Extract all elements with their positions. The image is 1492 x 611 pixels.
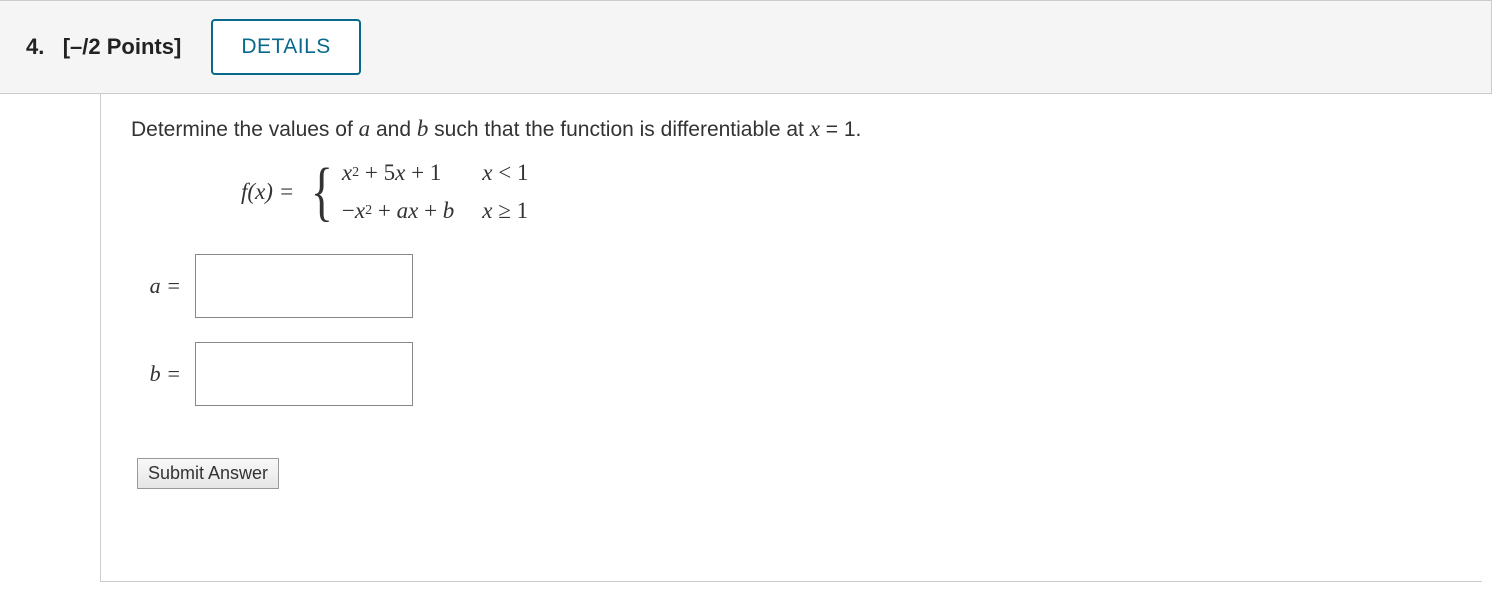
- question-prompt: Determine the values of a and b such tha…: [131, 116, 1452, 142]
- question-points: [–/2 Points]: [63, 34, 182, 59]
- prompt-var-b: b: [417, 116, 429, 141]
- brace-icon: {: [311, 159, 333, 225]
- prompt-text: = 1.: [820, 118, 861, 141]
- answer-input-a[interactable]: [195, 254, 413, 318]
- question-number: 4.: [26, 34, 44, 59]
- condition-2: x ≥ 1: [482, 196, 528, 226]
- piece-1: x2 + 5x + 1: [342, 158, 454, 188]
- answer-input-b[interactable]: [195, 342, 413, 406]
- piece-2: −x2 + ax + b: [342, 196, 454, 226]
- answer-row-b: b =: [137, 342, 1452, 406]
- prompt-text: such that the function is differentiable…: [428, 118, 809, 141]
- condition-1: x < 1: [482, 158, 528, 188]
- question-number-points: 4. [–/2 Points]: [26, 34, 181, 60]
- answer-label-b: b =: [137, 361, 181, 387]
- function-lhs: f(x) =: [241, 179, 294, 205]
- question-header: 4. [–/2 Points] DETAILS: [0, 1, 1492, 94]
- question-container: 4. [–/2 Points] DETAILS Determine the va…: [0, 0, 1492, 611]
- question-content: Determine the values of a and b such tha…: [100, 94, 1482, 582]
- prompt-text: and: [370, 118, 417, 141]
- prompt-var-x: x: [810, 116, 820, 141]
- submit-row: Submit Answer: [137, 458, 1452, 489]
- prompt-var-a: a: [359, 116, 371, 141]
- piecewise-expressions: x2 + 5x + 1 −x2 + ax + b: [342, 158, 454, 226]
- details-button[interactable]: DETAILS: [211, 19, 360, 75]
- function-definition: f(x) = { x2 + 5x + 1 −x2 + ax + b x < 1 …: [241, 158, 1452, 226]
- answer-row-a: a =: [137, 254, 1452, 318]
- piecewise-conditions: x < 1 x ≥ 1: [482, 158, 528, 226]
- answer-label-a: a =: [137, 273, 181, 299]
- submit-answer-button[interactable]: Submit Answer: [137, 458, 279, 489]
- prompt-text: Determine the values of: [131, 118, 359, 141]
